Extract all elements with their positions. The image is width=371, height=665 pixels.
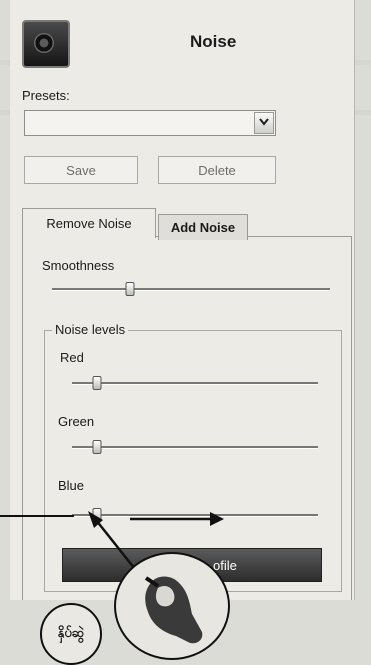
hand-drag-icon bbox=[132, 566, 210, 652]
slider-track bbox=[72, 514, 318, 517]
smoothness-label: Smoothness bbox=[42, 258, 115, 273]
save-button[interactable]: Save bbox=[24, 156, 138, 184]
dropdown-button[interactable] bbox=[254, 112, 274, 134]
instruction-caption: နှိပ်ဆွဲ bbox=[40, 603, 102, 665]
blue-slider[interactable] bbox=[72, 508, 318, 522]
tab-add-noise[interactable]: Add Noise bbox=[158, 214, 248, 240]
slider-track bbox=[52, 288, 330, 291]
smoothness-slider[interactable] bbox=[52, 282, 330, 296]
panel-title: Noise bbox=[190, 32, 237, 51]
slider-track bbox=[72, 382, 318, 385]
presets-select[interactable] bbox=[24, 110, 276, 136]
slider-thumb[interactable] bbox=[92, 440, 102, 454]
red-label: Red bbox=[60, 350, 84, 365]
slider-thumb[interactable] bbox=[92, 508, 102, 522]
camera-lens-icon bbox=[22, 20, 70, 68]
slider-thumb[interactable] bbox=[125, 282, 135, 296]
chevron-down-icon bbox=[259, 117, 269, 129]
red-slider[interactable] bbox=[72, 376, 318, 390]
delete-button[interactable]: Delete bbox=[158, 156, 276, 184]
green-label: Green bbox=[58, 414, 95, 429]
noise-levels-legend: Noise levels bbox=[52, 322, 129, 337]
blue-label: Blue bbox=[58, 478, 85, 493]
slider-thumb[interactable] bbox=[92, 376, 102, 390]
presets-label: Presets: bbox=[22, 88, 70, 103]
tab-remove-noise[interactable]: Remove Noise bbox=[22, 208, 156, 238]
slider-track bbox=[72, 446, 318, 449]
green-slider[interactable] bbox=[72, 440, 318, 454]
